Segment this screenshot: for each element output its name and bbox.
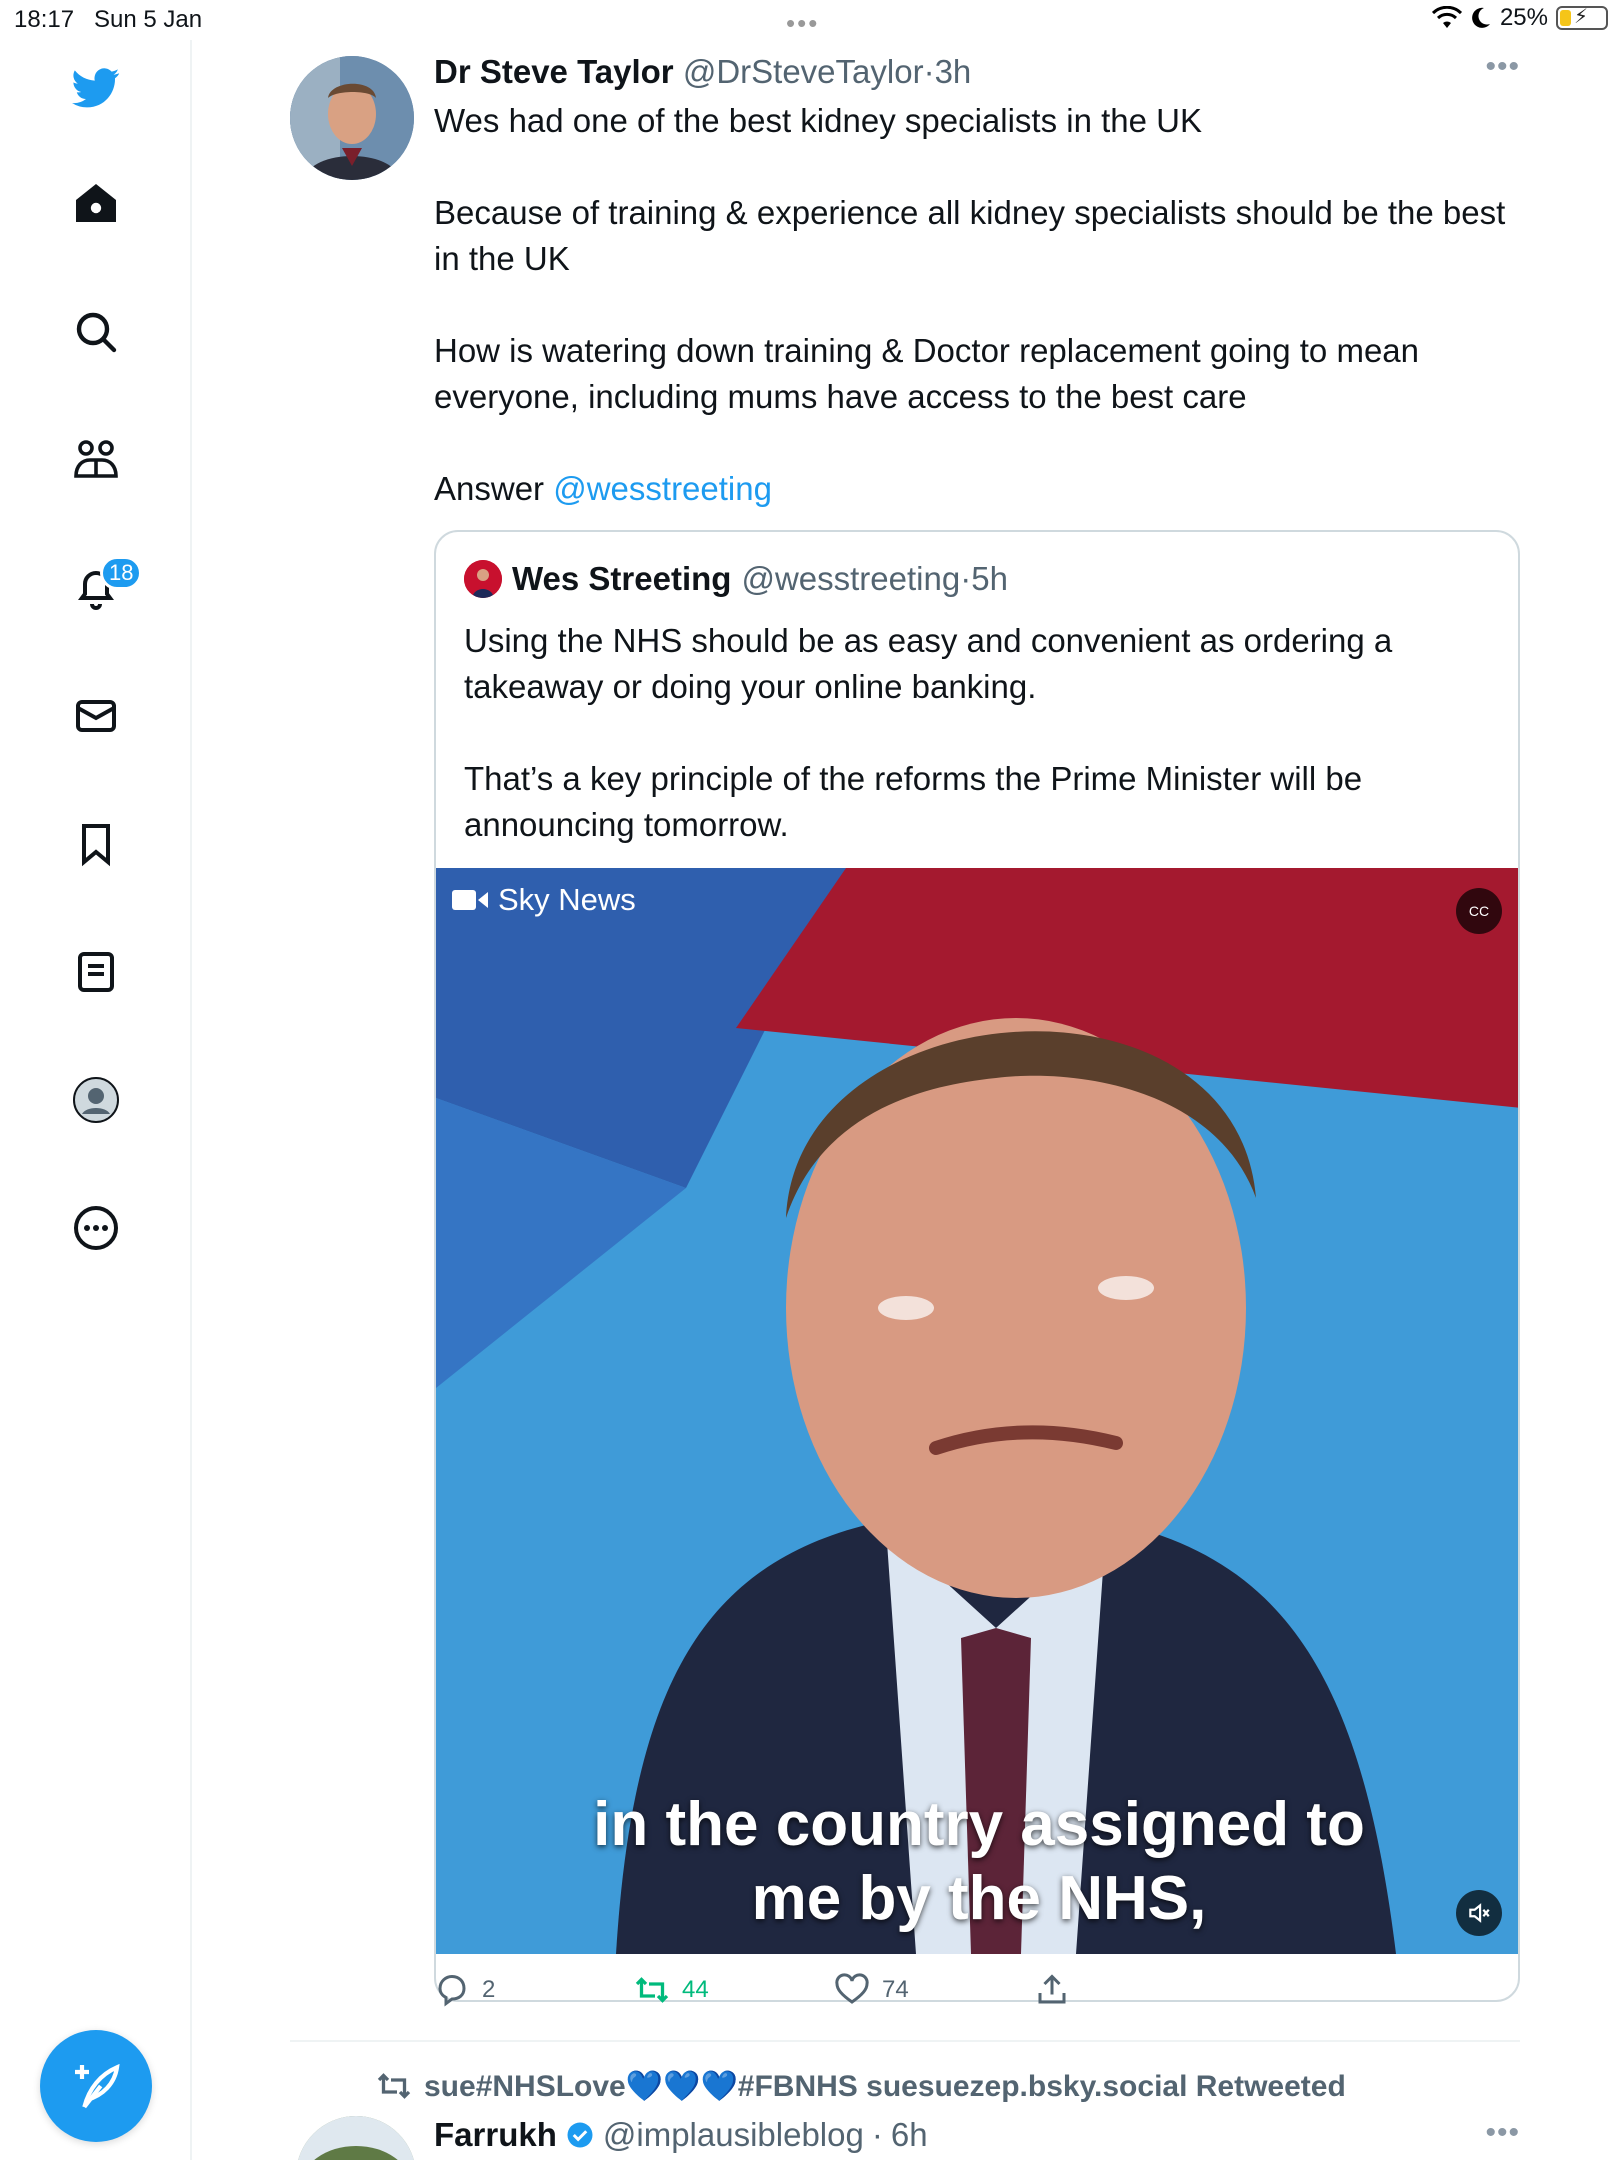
bookmark-icon[interactable] — [70, 818, 122, 870]
video-source-text: Sky News — [498, 882, 636, 917]
tweet-text-body: Wes had one of the best kidney specialis… — [434, 102, 1506, 507]
reply-button[interactable]: 2 — [434, 1972, 495, 2008]
retweet-small-icon — [377, 2073, 411, 2099]
quote-time[interactable]: 5h — [971, 560, 1008, 598]
author-name[interactable]: Dr Steve Taylor — [434, 53, 674, 90]
cc-label: CC — [1468, 903, 1490, 919]
mention-link[interactable]: @wesstreeting — [553, 470, 772, 507]
verified-badge-icon — [567, 2122, 593, 2148]
more-circle-icon[interactable] — [70, 1202, 122, 1254]
multitasking-dots-icon[interactable]: ••• — [786, 8, 819, 39]
heart-icon — [835, 1973, 869, 2004]
retweeted-by-text: sue#NHSLove💙💙💙#FBNHS suesuezep.bsky.soci… — [424, 2069, 1346, 2103]
video-player[interactable]: Sky News CC in the country assigned to m… — [436, 868, 1518, 1954]
quote-author-name[interactable]: Wes Streeting — [512, 560, 731, 598]
tweet-body: Dr Steve Taylor @DrSteveTaylor·3h ••• We… — [434, 50, 1520, 512]
status-date: Sun 5 Jan — [94, 6, 203, 33]
sidebar-nav: 18 — [0, 40, 192, 2160]
tweet-time[interactable]: 3h — [935, 53, 972, 90]
quoted-tweet[interactable]: Wes Streeting @wesstreeting · 5h Using the… — [434, 530, 1520, 2002]
communities-icon[interactable] — [70, 434, 122, 486]
next-author-avatar[interactable] — [296, 2116, 416, 2160]
next-author-name[interactable]: Farrukh — [434, 2116, 557, 2154]
notification-count-badge: 18 — [100, 556, 143, 590]
next-author-handle[interactable]: @implausibleblog — [603, 2116, 864, 2154]
quote-time-separator: · — [960, 560, 972, 597]
tweet-divider — [290, 2040, 1520, 2042]
time-separator: · — [923, 53, 935, 90]
moon-icon — [1472, 7, 1490, 28]
quote-author-handle[interactable]: @wesstreeting — [741, 560, 960, 598]
retweet-count: 44 — [682, 1976, 709, 2003]
reply-icon — [438, 1974, 466, 2007]
compose-feather-icon — [75, 2063, 120, 2109]
quote-author-avatar[interactable] — [464, 560, 502, 598]
tweet-actions: 2 44 74 — [434, 1972, 1134, 2022]
tweet-text: Wes had one of the best kidney specialis… — [434, 98, 1514, 512]
more-options-icon[interactable]: ••• — [1485, 50, 1520, 84]
retweet-icon — [635, 1977, 669, 2003]
reply-count: 2 — [482, 1976, 496, 2003]
retweeted-by-row[interactable]: sue#NHSLove💙💙💙#FBNHS suesuezep.bsky.soci… — [376, 2068, 1346, 2104]
author-handle[interactable]: @DrSteveTaylor — [683, 53, 924, 90]
status-bar: 18:17 Sun 5 Jan ••• 25% ⚡ — [0, 0, 1620, 40]
quote-text: Using the NHS should be as easy and conv… — [464, 622, 1393, 843]
home-icon[interactable] — [70, 178, 122, 230]
next-time-separator: · — [871, 2116, 883, 2153]
mute-button[interactable] — [1456, 1890, 1502, 1936]
share-button[interactable] — [1034, 1972, 1070, 2008]
status-time: 18:17 — [14, 6, 75, 33]
video-caption: in the country assigned to me by the NHS… — [593, 1790, 1365, 1933]
share-icon — [1038, 1974, 1066, 2004]
wifi-icon — [1431, 6, 1462, 28]
author-avatar[interactable] — [290, 56, 414, 180]
battery-percent: 25% — [1499, 4, 1548, 31]
compose-button[interactable] — [40, 2030, 152, 2142]
next-tweet-time[interactable]: 6h — [891, 2116, 928, 2154]
search-icon[interactable] — [70, 306, 122, 358]
video-camera-icon — [452, 890, 488, 910]
profile-avatar-icon[interactable] — [70, 1074, 122, 1126]
tweet-header: Dr Steve Taylor @DrSteveTaylor·3h — [434, 50, 1520, 94]
like-count: 74 — [882, 1976, 909, 2003]
twitter-bird-icon[interactable] — [70, 62, 122, 114]
speaker-muted-icon — [1469, 1903, 1490, 1923]
closed-captions-button[interactable]: CC — [1456, 888, 1502, 934]
video-source-label: Sky News — [452, 882, 636, 918]
retweet-button[interactable]: 44 — [634, 1972, 709, 2008]
lists-icon[interactable] — [70, 946, 122, 998]
like-button[interactable]: 74 — [834, 1972, 909, 2008]
battery-icon: ⚡ — [1556, 6, 1608, 30]
messages-envelope-icon[interactable] — [70, 690, 122, 742]
quote-header: Wes Streeting @wesstreeting · 5h — [464, 560, 1008, 598]
next-tweet-header: Farrukh @implausibleblog · 6h — [434, 2116, 928, 2154]
status-indicators: 25% ⚡ — [1431, 4, 1608, 32]
next-more-options-icon[interactable]: ••• — [1485, 2116, 1520, 2150]
